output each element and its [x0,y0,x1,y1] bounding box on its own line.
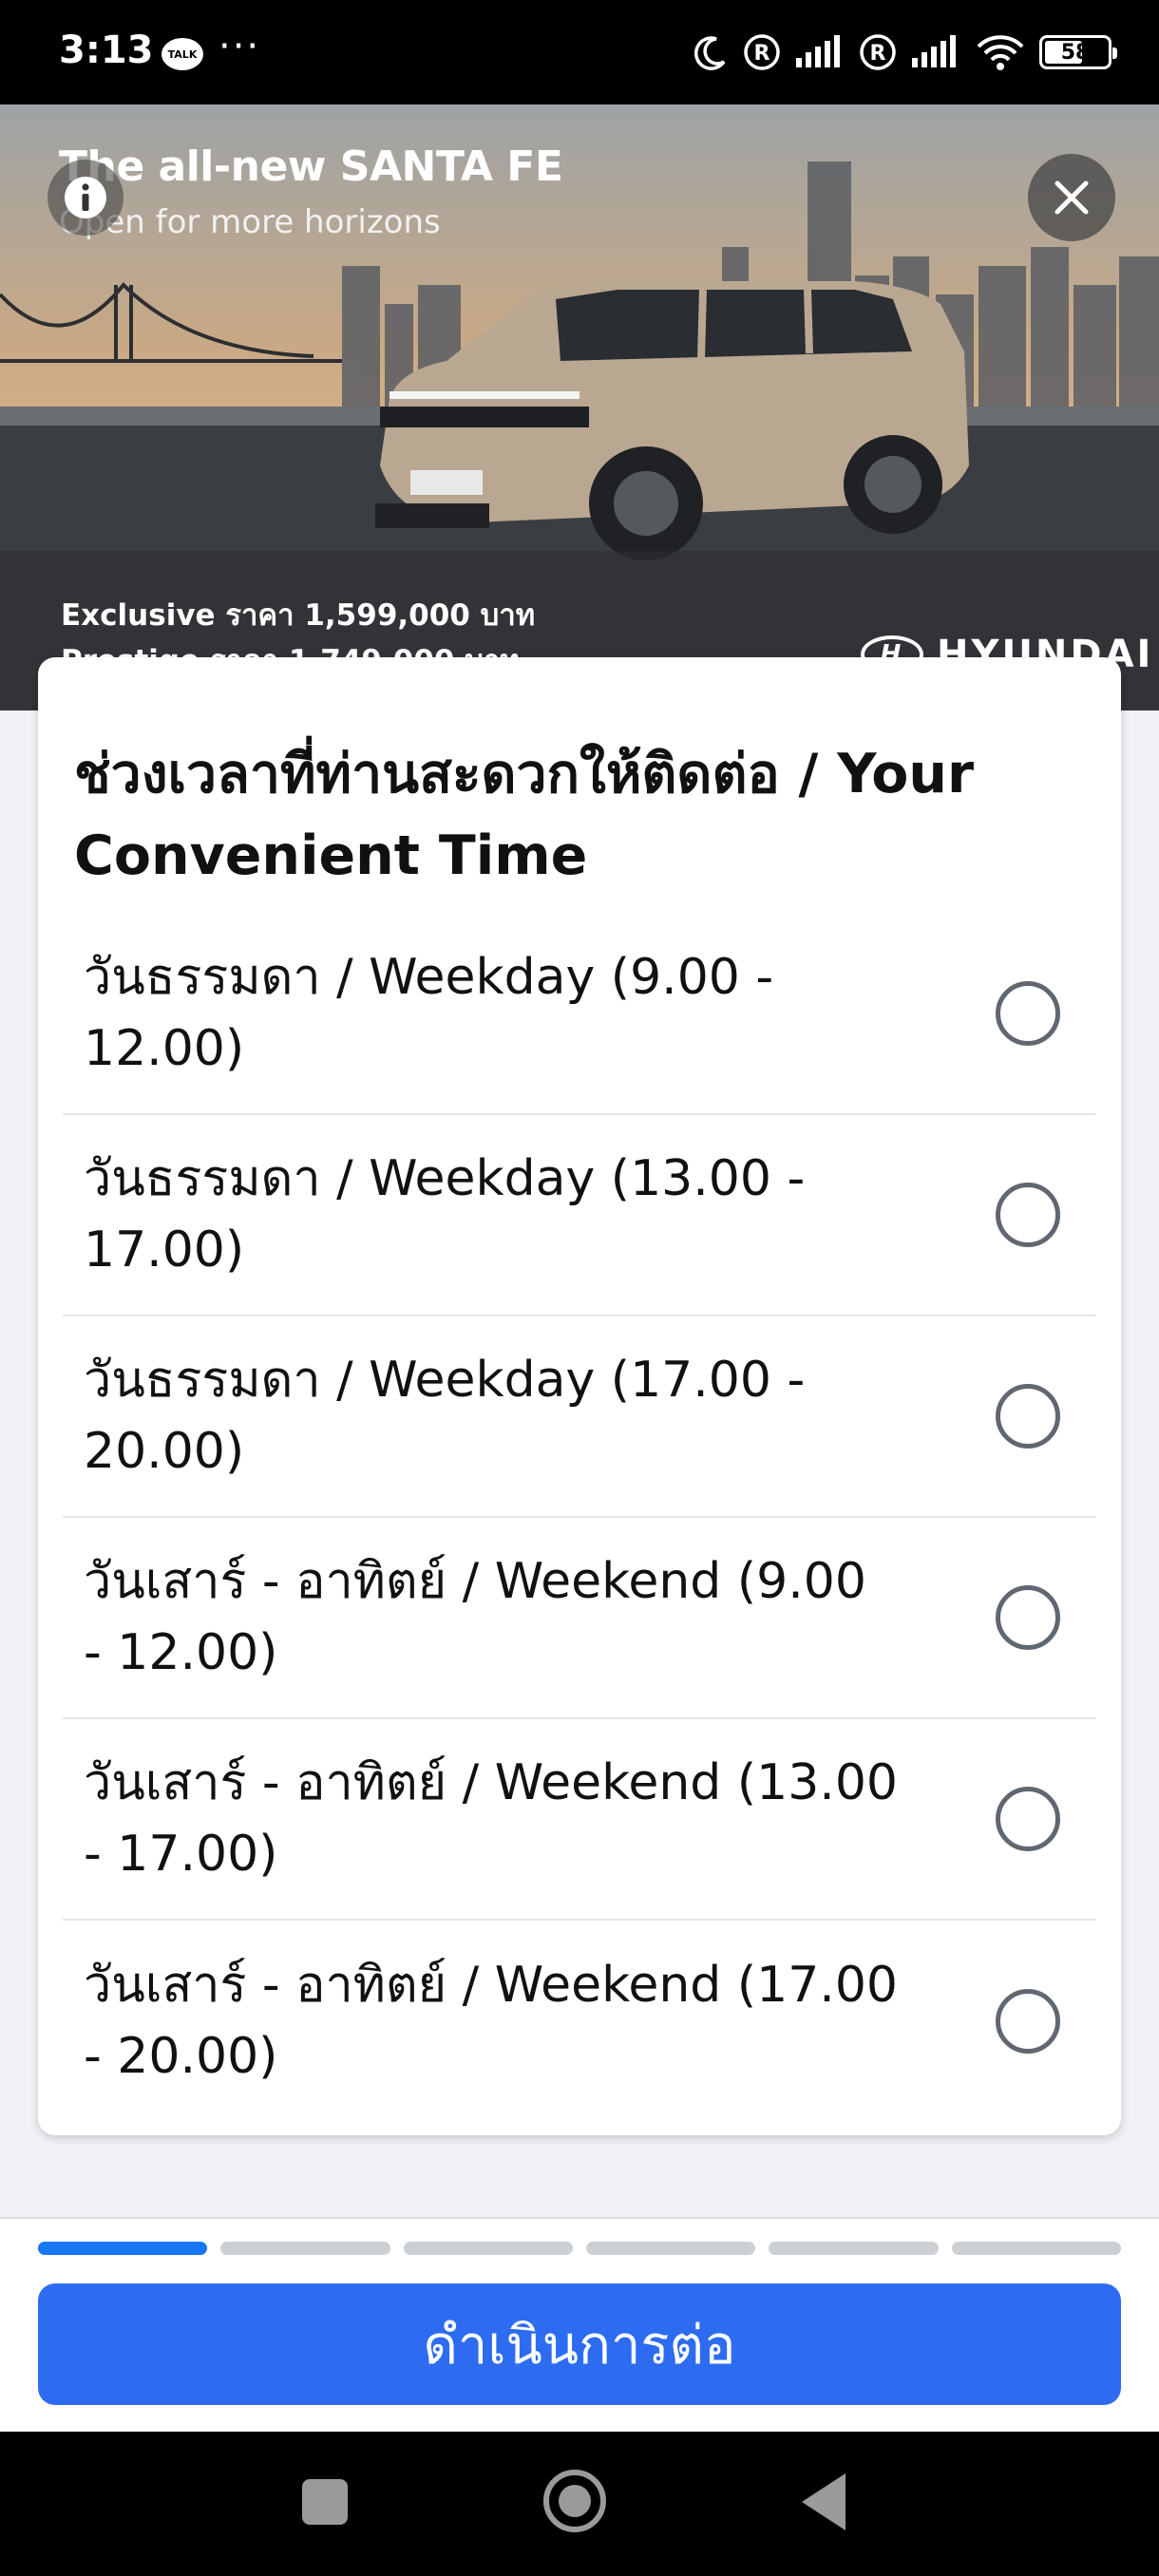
option-weekday-evening[interactable]: วันธรรมดา / Weekday (17.00 - 20.00) [63,1316,1096,1518]
talk-notification-icon: TALK [162,38,203,70]
radio-button[interactable] [996,981,1060,1046]
info-button[interactable] [48,160,124,236]
more-notifications-icon: ··· [218,25,261,68]
question-title: ช่วงเวลาที่ท่านสะดวกให้ติดต่อ / Your Con… [74,743,975,887]
close-button[interactable] [1028,154,1115,241]
progress-step-6 [951,2242,1121,2255]
banner-title: The all-new SANTA FE [59,142,563,191]
radio-button[interactable] [996,1384,1060,1449]
option-weekday-afternoon[interactable]: วันธรรมดา / Weekday (13.00 - 17.00) [63,1115,1096,1316]
back-button[interactable] [802,2473,846,2530]
option-label: วันเสาร์ - อาทิตย์ / Weekend (13.00 - 17… [84,1754,898,1883]
progress-step-4 [585,2242,756,2255]
option-weekend-afternoon[interactable]: วันเสาร์ - อาทิตย์ / Weekend (13.00 - 17… [63,1719,1096,1921]
status-bar: 3:13 TALK ··· R R 58 [0,0,1159,104]
radio-button[interactable] [996,1183,1060,1247]
svg-text:R: R [754,42,770,66]
price-exclusive: Exclusive ราคา 1,599,000 บาท [61,598,536,633]
progress-step-3 [403,2242,573,2255]
recent-apps-button[interactable] [302,2479,348,2525]
battery-icon: 58 [1039,35,1117,69]
divider [0,2217,1159,2219]
signal-icon [910,33,961,71]
status-icons: R R 58 [692,28,1117,76]
progress-step-2 [220,2242,390,2255]
progress-step-1 [38,2242,208,2255]
svg-text:R: R [870,42,886,66]
continue-button[interactable]: ดำเนินการต่อ [38,2283,1121,2405]
option-label: วันธรรมดา / Weekday (9.00 - 12.00) [84,949,774,1077]
option-label: วันเสาร์ - อาทิตย์ / Weekend (9.00 - 12.… [84,1553,866,1681]
progress-step-5 [769,2242,939,2255]
radio-button[interactable] [996,1989,1060,2054]
option-label: วันเสาร์ - อาทิตย์ / Weekend (17.00 - 20… [84,1957,898,2085]
option-label: วันธรรมดา / Weekday (17.00 - 20.00) [84,1352,806,1480]
option-weekend-evening[interactable]: วันเสาร์ - อาทิตย์ / Weekend (17.00 - 20… [63,1921,1096,2122]
radio-button[interactable] [996,1585,1060,1650]
status-time: 3:13 [59,28,154,72]
ad-banner[interactable]: The all-new SANTA FE Open for more horiz… [0,104,1159,710]
progress-indicator [38,2242,1121,2255]
signal-icon [794,33,846,71]
option-weekend-morning[interactable]: วันเสาร์ - อาทิตย์ / Weekend (9.00 - 12.… [63,1518,1096,1719]
home-button[interactable] [543,2470,606,2532]
registered-icon: R [859,33,897,71]
battery-level: 58 [1060,40,1091,65]
close-icon [1054,180,1089,215]
moon-icon [692,33,730,71]
radio-button[interactable] [996,1787,1060,1851]
question-card: ช่วงเวลาที่ท่านสะดวกให้ติดต่อ / Your Con… [38,657,1121,2135]
info-icon [65,177,106,218]
option-label: วันธรรมดา / Weekday (13.00 - 17.00) [84,1150,806,1279]
option-weekday-morning[interactable]: วันธรรมดา / Weekday (9.00 - 12.00) [63,914,1096,1115]
options-list: วันธรรมดา / Weekday (9.00 - 12.00) วันธร… [63,914,1096,2122]
registered-icon: R [743,33,781,71]
wifi-icon [975,33,1026,71]
